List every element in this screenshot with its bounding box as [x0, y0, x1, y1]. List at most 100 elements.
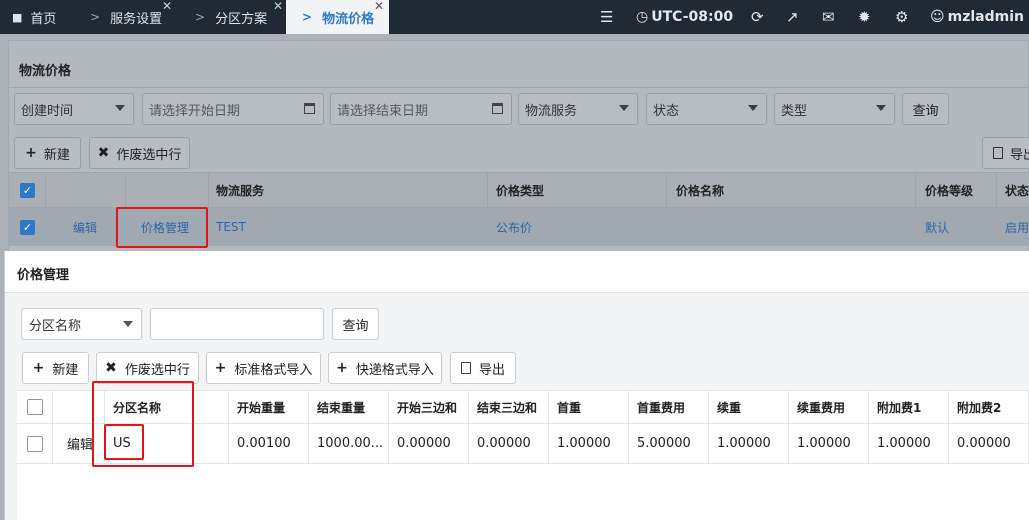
close-icon[interactable]: ✕: [374, 0, 384, 13]
tab-partition-plan[interactable]: > 分区方案 ✕: [195, 0, 285, 34]
first-weight-fee-cell: 5.00000: [637, 436, 691, 451]
price-level-cell: 默认: [925, 220, 950, 235]
end-date-input[interactable]: 请选择结束日期: [330, 93, 512, 125]
placeholder: 请选择结束日期: [337, 103, 429, 119]
highlight-box: [104, 424, 144, 460]
service-select[interactable]: 物流服务: [518, 93, 638, 125]
select-value: 状态: [653, 103, 680, 119]
export-button[interactable]: 导出: [982, 137, 1029, 169]
timezone-display[interactable]: ◷ UTC-08:00: [636, 0, 733, 34]
caret-down-icon: [123, 321, 133, 327]
column-header[interactable]: 物流服务: [216, 173, 264, 207]
column-header[interactable]: 价格等级: [925, 173, 973, 207]
end-weight-cell: 1000.00...: [317, 436, 384, 451]
search-input[interactable]: [150, 308, 324, 340]
type-select[interactable]: 类型: [774, 93, 895, 125]
button-label: 标准格式导入: [234, 362, 313, 378]
plus-icon: +: [214, 360, 227, 376]
edit-link[interactable]: 编辑: [73, 208, 97, 246]
row-checkbox[interactable]: [27, 424, 43, 463]
top-navigation-bar: ■ 首页 > 服务设置 ✕ > 分区方案 ✕ > 物流价格 ✕ ☰ ◷ UTC-…: [0, 0, 1029, 34]
column-header[interactable]: 状态: [1005, 173, 1029, 207]
button-label: 导出: [478, 362, 505, 378]
row-checkbox[interactable]: ✓: [20, 208, 35, 246]
chevron-right-icon: >: [195, 10, 206, 24]
tab-service-settings[interactable]: > 服务设置 ✕: [90, 0, 190, 34]
chevron-right-icon: >: [90, 10, 101, 24]
standard-import-button[interactable]: + 标准格式导入: [206, 352, 321, 384]
void-selected-button[interactable]: ✖ 作废选中行: [89, 137, 190, 169]
column-header[interactable]: 开始重量: [237, 391, 285, 423]
plus-icon: +: [25, 145, 37, 161]
column-header[interactable]: 开始三边和: [397, 391, 457, 423]
zone-name-select[interactable]: 分区名称: [21, 308, 142, 340]
column-header[interactable]: 价格类型: [496, 173, 544, 207]
additional-weight-cell: 1.00000: [717, 436, 771, 451]
button-label: 快递格式导入: [355, 362, 434, 378]
divider: [487, 173, 488, 209]
button-label: 作废选中行: [124, 362, 190, 378]
divider: [208, 173, 209, 209]
surcharge-2-cell: 0.00000: [957, 436, 1011, 451]
column-header[interactable]: 附加费2: [957, 391, 1001, 423]
button-label: 新建: [52, 362, 79, 378]
divider: [996, 173, 997, 209]
select-all-checkbox[interactable]: ✓: [20, 173, 35, 207]
button-label: 新建: [43, 147, 70, 163]
button-label: 导出: [1010, 147, 1029, 163]
first-weight-cell: 1.00000: [557, 436, 611, 451]
home-icon: ■: [12, 10, 23, 24]
close-icon[interactable]: ✕: [273, 0, 283, 13]
new-button[interactable]: + 新建: [22, 352, 89, 384]
express-import-button[interactable]: + 快递格式导入: [328, 352, 442, 384]
divider: [125, 173, 126, 209]
time-type-select[interactable]: 创建时间: [14, 93, 134, 125]
refresh-icon[interactable]: ⟳: [751, 0, 764, 34]
user-menu[interactable]: ☺ mzladmin: [930, 0, 1024, 34]
select-value: 类型: [781, 103, 808, 119]
void-selected-button[interactable]: ✖ 作废选中行: [96, 352, 199, 384]
column-header[interactable]: 附加费1: [877, 391, 921, 423]
tab-logistics-price[interactable]: > 物流价格 ✕: [286, 0, 389, 34]
export-button[interactable]: 导出: [450, 352, 516, 384]
caret-down-icon: [619, 105, 629, 111]
external-link-icon[interactable]: ↗: [786, 0, 799, 34]
divider: [666, 173, 667, 209]
username: mzladmin: [947, 9, 1024, 25]
column-header[interactable]: 结束三边和: [477, 391, 537, 423]
column-header[interactable]: 续重: [717, 391, 741, 423]
column-header[interactable]: 首重: [557, 391, 581, 423]
start-date-input[interactable]: 请选择开始日期: [142, 93, 324, 125]
divider: [9, 87, 1029, 88]
query-button[interactable]: 查询: [332, 308, 379, 340]
bug-icon[interactable]: ✹: [858, 0, 871, 34]
chevron-right-icon: >: [302, 10, 313, 24]
status-cell: 启用: [1005, 220, 1029, 235]
gear-icon[interactable]: ⚙: [895, 0, 908, 34]
mail-icon[interactable]: ✉: [822, 0, 835, 34]
tab-home[interactable]: ■ 首页: [12, 0, 82, 34]
tab-label: 首页: [30, 11, 57, 27]
timezone-label: UTC-08:00: [651, 9, 734, 25]
edit-link[interactable]: 编辑: [67, 424, 93, 463]
divider: [45, 173, 46, 209]
page-title: 物流价格: [19, 64, 72, 79]
column-header[interactable]: 价格名称: [676, 173, 724, 207]
tab-label: 服务设置: [110, 11, 163, 27]
column-header[interactable]: 续重费用: [797, 391, 845, 423]
divider: [915, 173, 916, 209]
new-button[interactable]: + 新建: [14, 137, 81, 169]
price-type-cell: 公布价: [496, 220, 533, 235]
caret-down-icon: [876, 105, 886, 111]
query-button[interactable]: 查询: [902, 93, 949, 125]
column-header[interactable]: 首重费用: [637, 391, 685, 423]
close-icon[interactable]: ✕: [162, 0, 172, 13]
status-select[interactable]: 状态: [646, 93, 767, 125]
service-cell: TEST: [216, 220, 246, 234]
select-all-checkbox[interactable]: [27, 391, 43, 423]
x-icon: ✖: [105, 360, 117, 376]
plus-icon: +: [336, 360, 348, 376]
menu-toggle-icon[interactable]: ☰: [600, 0, 613, 34]
column-header[interactable]: 结束重量: [317, 391, 365, 423]
select-value: 分区名称: [29, 318, 82, 334]
